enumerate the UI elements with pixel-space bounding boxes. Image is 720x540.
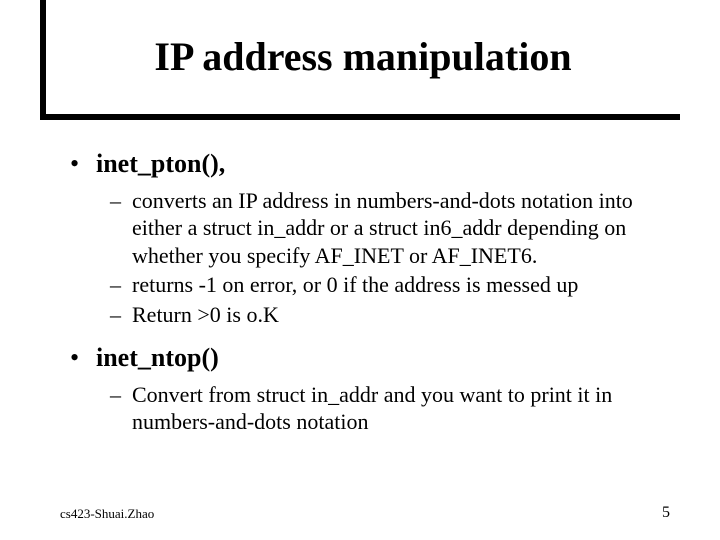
bullet-marker: • <box>70 148 96 181</box>
footer-page-number: 5 <box>662 504 670 522</box>
bullet-label: inet_pton(), <box>96 149 225 178</box>
bullet-level1: •inet_pton(), <box>70 148 680 181</box>
sub-text: converts an IP address in numbers-and-do… <box>132 187 680 270</box>
sub-text: Return >0 is o.K <box>132 301 680 329</box>
sub-list: – converts an IP address in numbers-and-… <box>110 187 680 329</box>
sub-text: returns -1 on error, or 0 if the address… <box>132 271 680 299</box>
dash-marker: – <box>110 271 132 299</box>
dash-marker: – <box>110 381 132 436</box>
dash-marker: – <box>110 301 132 329</box>
slide-title: IP address manipulation <box>154 35 571 79</box>
bullet-level1: •inet_ntop() <box>70 342 680 375</box>
sub-bullet: – returns -1 on error, or 0 if the addre… <box>110 271 680 299</box>
title-frame: IP address manipulation <box>40 0 680 120</box>
sub-bullet: – Convert from struct in_addr and you wa… <box>110 381 680 436</box>
slide-body: •inet_pton(), – converts an IP address i… <box>70 140 680 438</box>
sub-bullet: – Return >0 is o.K <box>110 301 680 329</box>
bullet-marker: • <box>70 342 96 375</box>
sub-bullet: – converts an IP address in numbers-and-… <box>110 187 680 270</box>
dash-marker: – <box>110 187 132 270</box>
slide: IP address manipulation •inet_pton(), – … <box>0 0 720 540</box>
footer-author: cs423-Shuai.Zhao <box>60 506 154 522</box>
sub-list: – Convert from struct in_addr and you wa… <box>110 381 680 436</box>
bullet-label: inet_ntop() <box>96 343 219 372</box>
sub-text: Convert from struct in_addr and you want… <box>132 381 680 436</box>
